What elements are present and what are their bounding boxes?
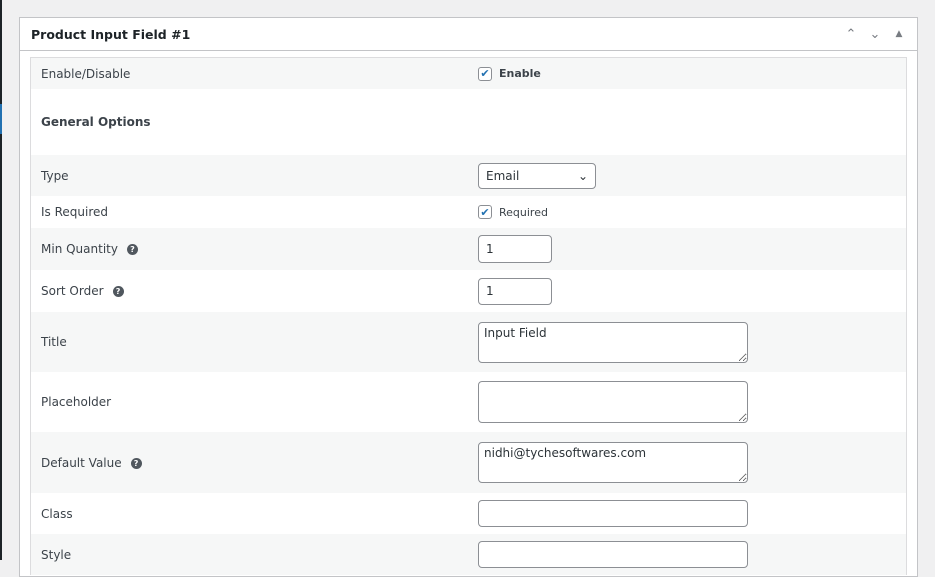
collapse-toggle-icon[interactable]: ▲ (887, 29, 911, 39)
left-edge-accent (0, 104, 2, 134)
panel-title: Product Input Field #1 (31, 26, 191, 42)
default-value-textarea[interactable]: nidhi@tychesoftwares.com (478, 442, 748, 483)
row-type: Type Email ⌄ (31, 155, 906, 196)
label-min-quantity: Min Quantity? (41, 242, 138, 256)
sort-order-value: 1 (486, 284, 494, 298)
label-sort-order: Sort Order? (41, 284, 124, 298)
panel-header: Product Input Field #1 ⌃ ⌄ ▲ (20, 18, 917, 51)
label-type: Type (41, 168, 69, 183)
checkbox-checked-icon[interactable]: ✔ (478, 205, 492, 219)
label-enable: Enable/Disable (41, 66, 131, 81)
min-quantity-value: 1 (486, 242, 494, 256)
enable-checkbox-label: Enable (499, 67, 541, 80)
move-up-icon[interactable]: ⌃ (839, 27, 863, 42)
label-style: Style (41, 547, 72, 562)
required-checkbox-label: Required (499, 205, 548, 219)
row-sort-order: Sort Order? 1 (31, 270, 906, 312)
label-text: Default Value (41, 455, 122, 470)
row-default-value: Default Value? nidhi@tychesoftwares.com (31, 432, 906, 493)
type-select-value: Email (486, 168, 520, 183)
row-required: Is Required ✔ Required (31, 196, 906, 228)
class-input[interactable] (478, 500, 748, 527)
label-class: Class (41, 506, 73, 521)
sort-order-input[interactable]: 1 (478, 277, 552, 305)
row-min-quantity: Min Quantity? 1 (31, 228, 906, 270)
chevron-down-icon: ⌄ (577, 168, 588, 183)
row-enable: Enable/Disable ✔ Enable (31, 58, 906, 89)
type-select[interactable]: Email ⌄ (478, 162, 596, 189)
checkbox-checked-icon[interactable]: ✔ (478, 66, 492, 81)
move-down-icon[interactable]: ⌄ (863, 27, 887, 42)
help-icon[interactable]: ? (112, 286, 124, 297)
help-icon[interactable]: ? (126, 244, 138, 255)
row-general-options: General Options (31, 89, 906, 155)
row-title: Title Input Field (31, 312, 906, 372)
section-heading: General Options (41, 115, 151, 129)
label-placeholder: Placeholder (41, 395, 112, 409)
help-icon[interactable]: ? (130, 457, 142, 469)
placeholder-textarea[interactable] (478, 381, 748, 423)
label-text: Min Quantity (41, 242, 118, 256)
min-quantity-input[interactable]: 1 (478, 235, 552, 263)
row-style: Style (31, 534, 906, 575)
label-text: Sort Order (41, 284, 104, 298)
row-class: Class (31, 493, 906, 534)
label-default-value: Default Value? (41, 456, 142, 470)
label-required: Is Required (41, 205, 109, 219)
row-placeholder: Placeholder (31, 372, 906, 432)
product-input-field-panel: Product Input Field #1 ⌃ ⌄ ▲ Enable/Disa… (19, 17, 918, 577)
options-table: Enable/Disable ✔ Enable General Options T… (30, 57, 907, 575)
label-title: Title (41, 335, 67, 349)
required-checkbox[interactable]: ✔ Required (478, 205, 548, 219)
enable-checkbox[interactable]: ✔ Enable (478, 66, 541, 81)
title-textarea[interactable]: Input Field (478, 321, 748, 363)
style-input[interactable] (478, 541, 748, 568)
left-edge (0, 0, 2, 560)
